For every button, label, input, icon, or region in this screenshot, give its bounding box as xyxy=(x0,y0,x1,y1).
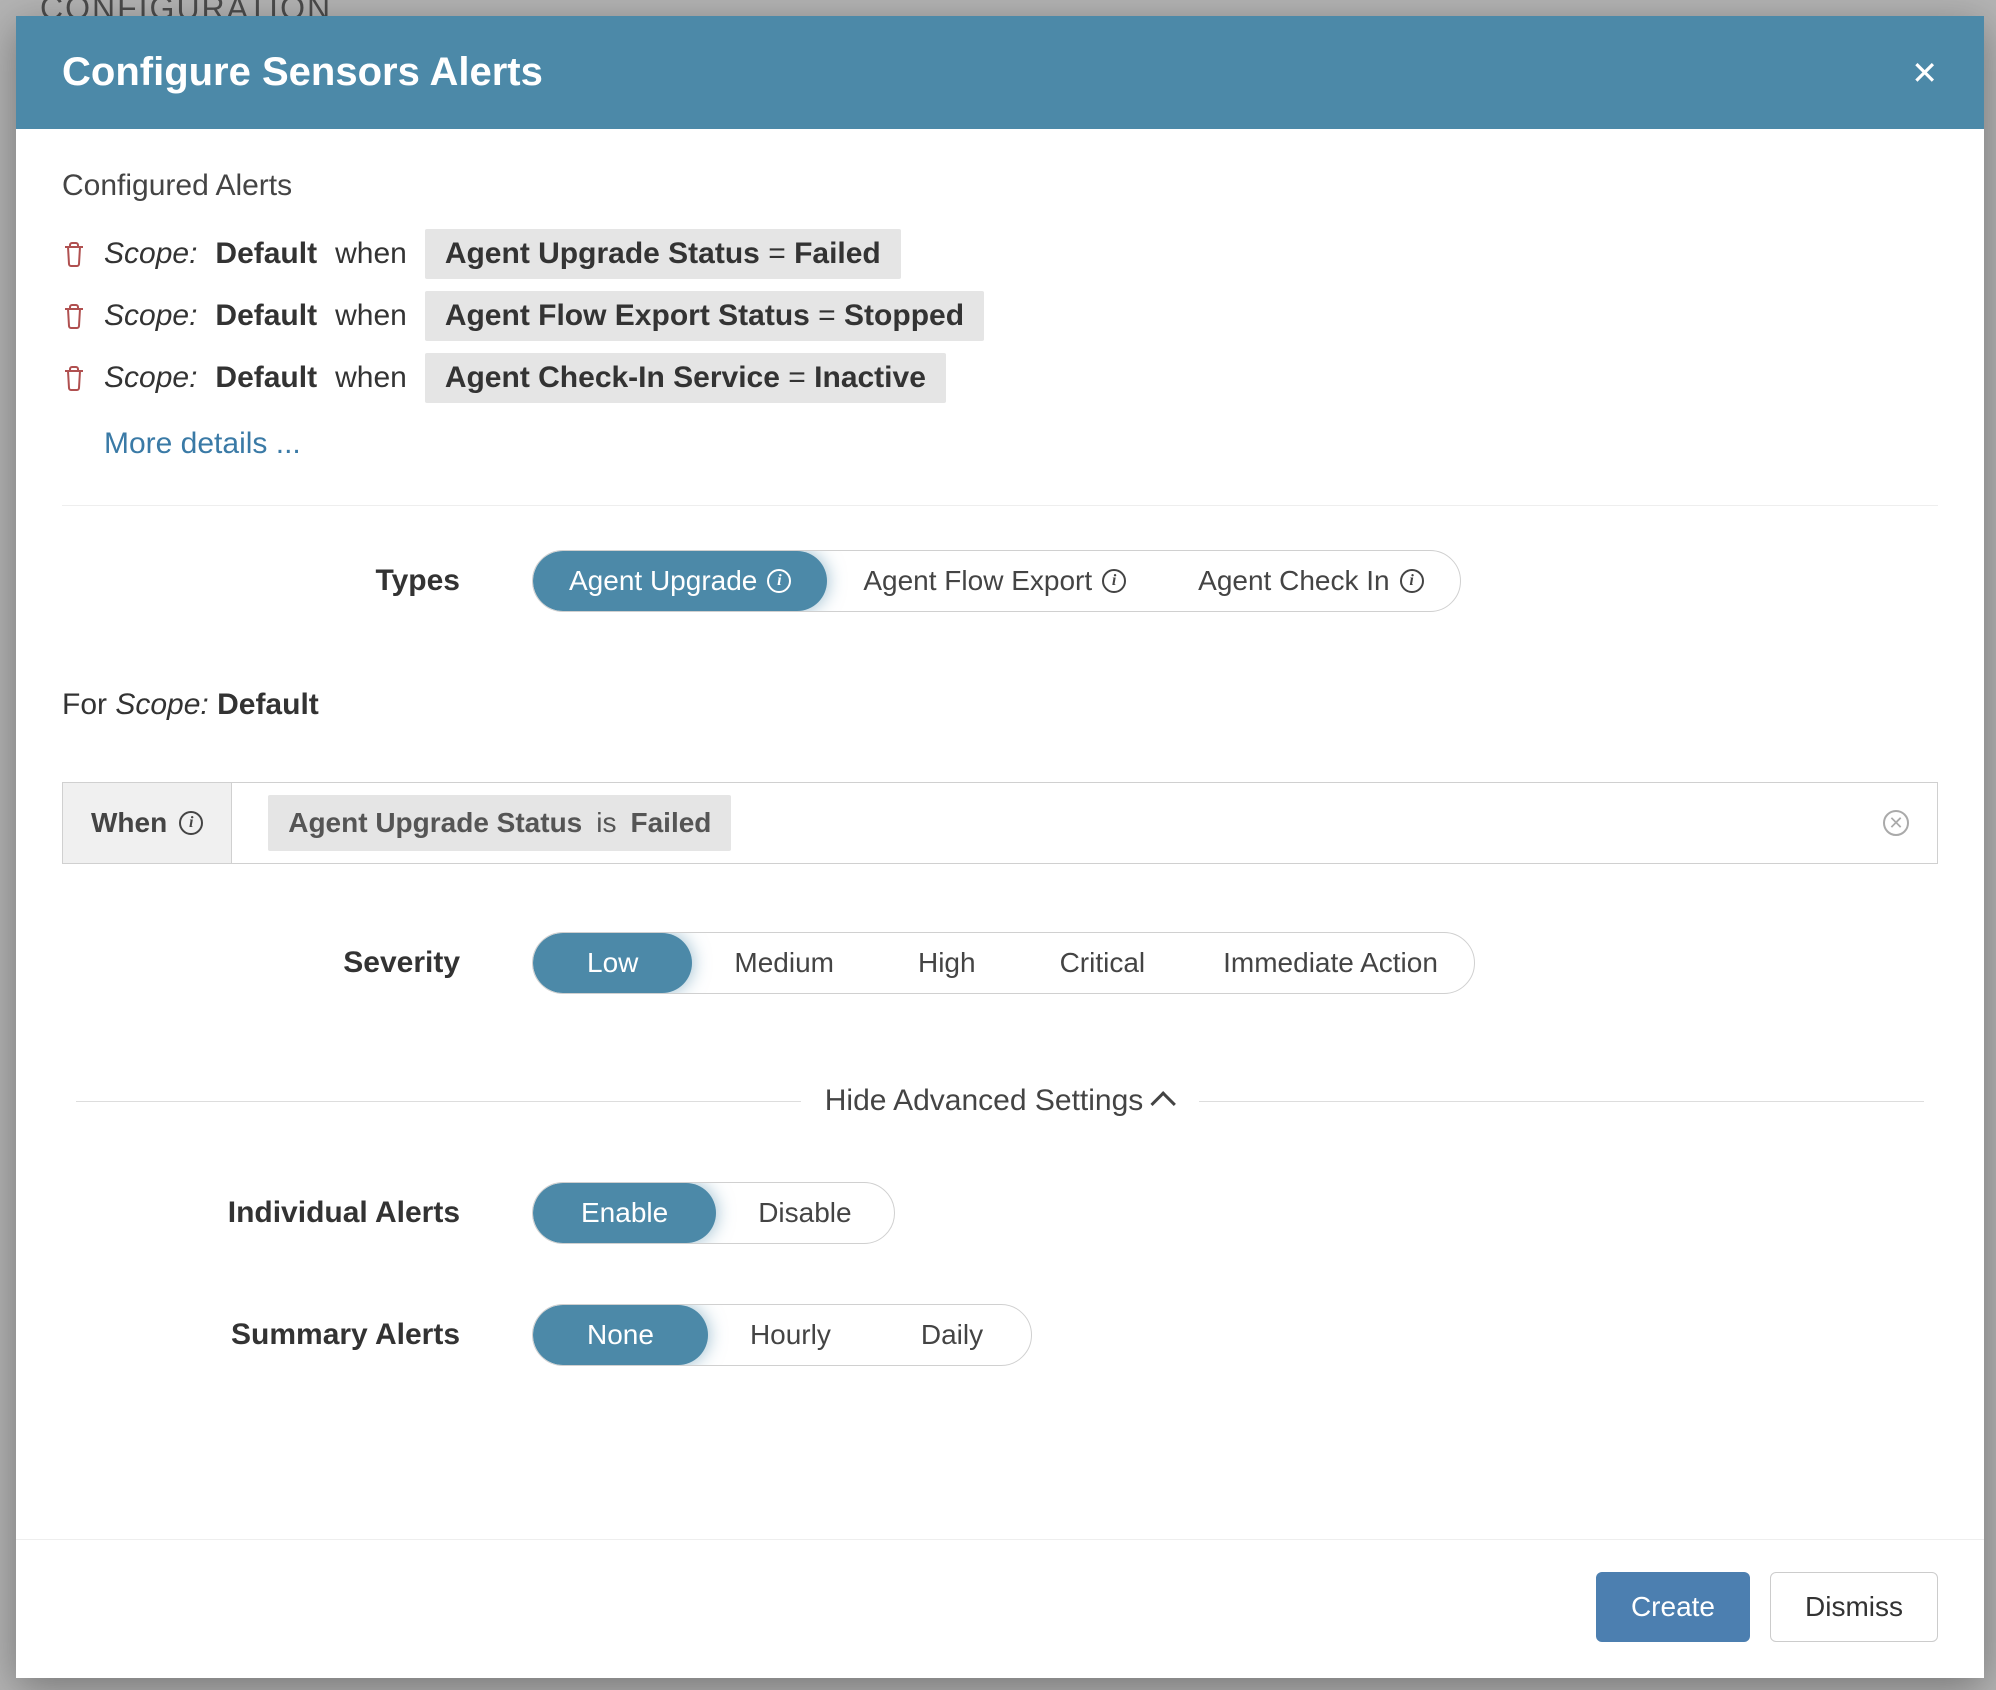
modal-body: Configured Alerts Scope: Default when Ag… xyxy=(16,129,1984,1539)
chevron-up-icon xyxy=(1151,1091,1176,1116)
info-icon[interactable]: i xyxy=(1400,569,1424,593)
more-details-link[interactable]: More details ... xyxy=(104,427,301,461)
configured-alert-row: Scope: Default when Agent Flow Export St… xyxy=(62,291,1938,341)
scope-value: Default xyxy=(215,237,317,271)
dismiss-button[interactable]: Dismiss xyxy=(1770,1572,1938,1642)
individual-alerts-row: Individual Alerts Enable Disable xyxy=(62,1182,1938,1244)
severity-label: Severity xyxy=(62,946,532,980)
clear-condition-icon[interactable]: ✕ xyxy=(1883,810,1909,836)
for-scope-line: For Scope: Default xyxy=(62,688,1938,722)
severity-pill-low[interactable]: Low xyxy=(533,933,692,993)
individual-pill-enable[interactable]: Enable xyxy=(533,1183,716,1243)
when-condition-box: When i Agent Upgrade Status is Failed ✕ xyxy=(62,782,1938,864)
severity-pill-critical[interactable]: Critical xyxy=(1018,933,1188,993)
modal-footer: Create Dismiss xyxy=(16,1539,1984,1678)
configured-alerts-heading: Configured Alerts xyxy=(62,169,1938,203)
configured-alert-row: Scope: Default when Agent Check-In Servi… xyxy=(62,353,1938,403)
type-pill-agent-flow-export[interactable]: Agent Flow Export i xyxy=(827,551,1162,611)
scope-label: Scope: xyxy=(104,361,197,395)
configure-sensors-alerts-modal: Configure Sensors Alerts ✕ Configured Al… xyxy=(16,16,1984,1678)
summary-alerts-row: Summary Alerts None Hourly Daily xyxy=(62,1304,1938,1366)
condition-chip: Agent Flow Export Status = Stopped xyxy=(425,291,984,341)
scope-value: Default xyxy=(215,361,317,395)
modal-title: Configure Sensors Alerts xyxy=(62,50,543,95)
scope-value: Default xyxy=(215,299,317,333)
when-word: when xyxy=(335,237,407,271)
divider xyxy=(62,505,1938,506)
summary-pill-none[interactable]: None xyxy=(533,1305,708,1365)
divider-line xyxy=(76,1101,801,1102)
configured-alert-row: Scope: Default when Agent Upgrade Status… xyxy=(62,229,1938,279)
when-word: when xyxy=(335,361,407,395)
scope-label: Scope: xyxy=(104,299,197,333)
modal-header: Configure Sensors Alerts ✕ xyxy=(16,16,1984,129)
when-word: when xyxy=(335,299,407,333)
trash-icon[interactable] xyxy=(62,303,86,329)
when-value-cell: Agent Upgrade Status is Failed ✕ xyxy=(232,783,1937,863)
severity-pill-immediate-action[interactable]: Immediate Action xyxy=(1187,933,1474,993)
severity-row: Severity Low Medium High Critical Immedi… xyxy=(62,932,1938,994)
type-pill-agent-upgrade[interactable]: Agent Upgrade i xyxy=(533,551,827,611)
scope-label: Scope: xyxy=(104,237,197,271)
individual-alerts-label: Individual Alerts xyxy=(62,1196,532,1230)
summary-pill-hourly[interactable]: Hourly xyxy=(708,1305,873,1365)
info-icon[interactable]: i xyxy=(179,811,203,835)
when-condition-chip[interactable]: Agent Upgrade Status is Failed xyxy=(268,795,731,851)
close-icon[interactable]: ✕ xyxy=(1911,57,1938,89)
trash-icon[interactable] xyxy=(62,241,86,267)
summary-pill-daily[interactable]: Daily xyxy=(873,1305,1031,1365)
trash-icon[interactable] xyxy=(62,365,86,391)
summary-alerts-pill-group: None Hourly Daily xyxy=(532,1304,1032,1366)
severity-pill-group: Low Medium High Critical Immediate Actio… xyxy=(532,932,1475,994)
individual-pill-disable[interactable]: Disable xyxy=(716,1183,893,1243)
when-label-cell: When i xyxy=(63,783,232,863)
create-button[interactable]: Create xyxy=(1596,1572,1750,1642)
summary-alerts-label: Summary Alerts xyxy=(62,1318,532,1352)
advanced-settings-divider: Hide Advanced Settings xyxy=(76,1084,1924,1118)
severity-pill-high[interactable]: High xyxy=(876,933,1018,993)
severity-pill-medium[interactable]: Medium xyxy=(692,933,876,993)
advanced-settings-toggle[interactable]: Hide Advanced Settings xyxy=(825,1084,1176,1118)
type-pill-agent-check-in[interactable]: Agent Check In i xyxy=(1162,551,1459,611)
info-icon[interactable]: i xyxy=(767,569,791,593)
types-row: Types Agent Upgrade i Agent Flow Export … xyxy=(62,550,1938,612)
condition-chip: Agent Check-In Service = Inactive xyxy=(425,353,946,403)
condition-chip: Agent Upgrade Status = Failed xyxy=(425,229,901,279)
info-icon[interactable]: i xyxy=(1102,569,1126,593)
types-pill-group: Agent Upgrade i Agent Flow Export i Agen… xyxy=(532,550,1461,612)
types-label: Types xyxy=(62,564,532,598)
individual-alerts-pill-group: Enable Disable xyxy=(532,1182,895,1244)
divider-line xyxy=(1199,1101,1924,1102)
